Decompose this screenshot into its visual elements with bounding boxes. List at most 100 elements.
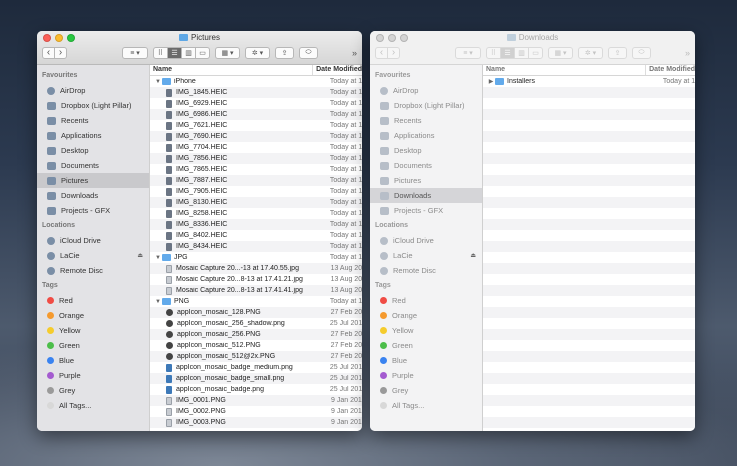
sidebar-item-dropbox-light-pillar[interactable]: Dropbox (Light Pillar) xyxy=(370,98,482,113)
file-row[interactable]: Mosaic Capture 20...8-13 at 17.41.21.jpg… xyxy=(150,274,362,285)
file-row[interactable]: IMG_8130.HEIC Today at 1 xyxy=(150,197,362,208)
file-row[interactable]: IMG_6929.HEIC Today at 1 xyxy=(150,98,362,109)
tags-button[interactable]: ⬭ xyxy=(299,47,318,59)
sidebar-item-downloads[interactable]: Downloads xyxy=(37,188,149,203)
folder-row[interactable]: ▼ iPhone Today at 1 xyxy=(150,76,362,87)
file-row[interactable]: appIcon_mosaic_badge_medium.png 25 Jul 20… xyxy=(150,362,362,373)
file-row[interactable]: appIcon_mosaic_512@2x.PNG 27 Feb 20 xyxy=(150,351,362,362)
tag-item-purple[interactable]: Purple xyxy=(37,368,149,383)
gallery-view-button[interactable]: ▭ xyxy=(195,47,210,59)
sidebar-item-applications[interactable]: Applications xyxy=(37,128,149,143)
tag-item-orange[interactable]: Orange xyxy=(37,308,149,323)
file-row[interactable]: IMG_8402.HEIC Today at 1 xyxy=(150,230,362,241)
titlebar[interactable]: Pictures ‹ › ≡ ▾ ⠿ ☰ ▥ ▭ ▦ ▾ ✲ ▾ ⇪ ⬭ » xyxy=(37,31,362,65)
sidebar-item-downloads[interactable]: Downloads xyxy=(370,188,482,203)
disclosure-triangle-icon[interactable]: ▼ xyxy=(154,255,162,261)
tag-item-red[interactable]: Red xyxy=(37,293,149,308)
file-row[interactable]: IMG_7905.HEIC Today at 1 xyxy=(150,186,362,197)
tag-item-yellow[interactable]: Yellow xyxy=(370,323,482,338)
file-row[interactable]: appIcon_mosaic_badge_small.png 25 Jul 201 xyxy=(150,373,362,384)
tag-item-purple[interactable]: Purple xyxy=(370,368,482,383)
arrange-button[interactable]: ≡ ▾ xyxy=(455,47,481,59)
list-view-button[interactable]: ☰ xyxy=(167,47,182,59)
folder-row[interactable]: ▼ PNG Today at 1 xyxy=(150,296,362,307)
action-button[interactable]: ✲ ▾ xyxy=(578,47,603,59)
sidebar-item-desktop[interactable]: Desktop xyxy=(370,143,482,158)
sidebar-item-icloud-drive[interactable]: iCloud Drive xyxy=(37,233,149,248)
tag-item-all-tags[interactable]: All Tags... xyxy=(370,398,482,413)
action-button[interactable]: ✲ ▾ xyxy=(245,47,270,59)
tag-item-orange[interactable]: Orange xyxy=(370,308,482,323)
sidebar-item-projects-gfx[interactable]: Projects - GFX xyxy=(37,203,149,218)
sidebar-item-dropbox-light-pillar[interactable]: Dropbox (Light Pillar) xyxy=(37,98,149,113)
date-column-header[interactable]: Date Modified xyxy=(313,65,362,75)
file-row[interactable]: IMG_0001.PNG 9 Jan 201 xyxy=(150,395,362,406)
group-button[interactable]: ▦ ▾ xyxy=(215,47,240,59)
file-row[interactable]: IMG_7690.HEIC Today at 1 xyxy=(150,131,362,142)
list-view-button[interactable]: ☰ xyxy=(500,47,515,59)
sidebar-item-airdrop[interactable]: AirDrop xyxy=(370,83,482,98)
tag-item-yellow[interactable]: Yellow xyxy=(37,323,149,338)
tag-item-blue[interactable]: Blue xyxy=(370,353,482,368)
sidebar-item-recents[interactable]: Recents xyxy=(370,113,482,128)
forward-button[interactable]: › xyxy=(54,47,67,59)
sidebar-item-lacie[interactable]: LaCie ⏏ xyxy=(37,248,149,263)
sidebar-item-documents[interactable]: Documents xyxy=(370,158,482,173)
sidebar-item-desktop[interactable]: Desktop xyxy=(37,143,149,158)
sidebar-item-pictures[interactable]: Pictures xyxy=(37,173,149,188)
sidebar-item-airdrop[interactable]: AirDrop xyxy=(37,83,149,98)
file-row[interactable]: appIcon_mosaic_512.PNG 27 Feb 20 xyxy=(150,340,362,351)
file-row[interactable]: IMG_8258.HEIC Today at 1 xyxy=(150,208,362,219)
file-row[interactable]: IMG_7621.HEIC Today at 1 xyxy=(150,120,362,131)
icon-view-button[interactable]: ⠿ xyxy=(153,47,168,59)
file-row[interactable]: IMG_8336.HEIC Today at 1 xyxy=(150,219,362,230)
file-row[interactable]: IMG_6986.HEIC Today at 1 xyxy=(150,109,362,120)
disclosure-triangle-icon[interactable]: ▼ xyxy=(154,79,162,85)
file-row[interactable]: IMG_8434.HEIC Today at 1 xyxy=(150,241,362,252)
forward-button[interactable]: › xyxy=(387,47,400,59)
sidebar-item-projects-gfx[interactable]: Projects - GFX xyxy=(370,203,482,218)
column-view-button[interactable]: ▥ xyxy=(514,47,529,59)
eject-icon[interactable]: ⏏ xyxy=(137,252,143,259)
file-row[interactable]: IMG_7865.HEIC Today at 1 xyxy=(150,164,362,175)
arrange-button[interactable]: ≡ ▾ xyxy=(122,47,148,59)
folder-row[interactable]: ▼ JPG Today at 1 xyxy=(150,252,362,263)
tag-item-red[interactable]: Red xyxy=(370,293,482,308)
share-button[interactable]: ⇪ xyxy=(275,47,294,59)
file-row[interactable]: Mosaic Capture 20...-13 at 17.40.55.jpg 1… xyxy=(150,263,362,274)
titlebar[interactable]: Downloads ‹ › ≡ ▾ ⠿ ☰ ▥ ▭ ▦ ▾ ✲ ▾ ⇪ ⬭ » xyxy=(370,31,695,65)
tag-item-all-tags[interactable]: All Tags... xyxy=(37,398,149,413)
share-button[interactable]: ⇪ xyxy=(608,47,627,59)
gallery-view-button[interactable]: ▭ xyxy=(528,47,543,59)
more-icon[interactable]: » xyxy=(685,48,690,58)
file-row[interactable]: appIcon_mosaic_256.PNG 27 Feb 20 xyxy=(150,329,362,340)
more-icon[interactable]: » xyxy=(352,48,357,58)
file-row[interactable]: IMG_0002.PNG 9 Jan 201 xyxy=(150,406,362,417)
sidebar-item-lacie[interactable]: LaCie ⏏ xyxy=(370,248,482,263)
sidebar-item-documents[interactable]: Documents xyxy=(37,158,149,173)
sidebar-item-remote-disc[interactable]: Remote Disc xyxy=(370,263,482,278)
file-row[interactable]: Mosaic Capture 20...8-13 at 17.41.41.jpg… xyxy=(150,285,362,296)
sidebar-item-recents[interactable]: Recents xyxy=(37,113,149,128)
file-row[interactable]: IMG_7887.HEIC Today at 1 xyxy=(150,175,362,186)
date-column-header[interactable]: Date Modified xyxy=(646,65,695,75)
folder-row[interactable]: ▶ Installers Today at 1 xyxy=(483,76,695,87)
column-view-button[interactable]: ▥ xyxy=(181,47,196,59)
disclosure-triangle-icon[interactable]: ▶ xyxy=(487,78,495,85)
name-column-header[interactable]: Name xyxy=(483,65,647,75)
icon-view-button[interactable]: ⠿ xyxy=(486,47,501,59)
sidebar-item-remote-disc[interactable]: Remote Disc xyxy=(37,263,149,278)
name-column-header[interactable]: Name xyxy=(150,65,314,75)
eject-icon[interactable]: ⏏ xyxy=(470,252,476,259)
file-row[interactable]: IMG_7856.HEIC Today at 1 xyxy=(150,153,362,164)
sidebar-item-icloud-drive[interactable]: iCloud Drive xyxy=(370,233,482,248)
tag-item-blue[interactable]: Blue xyxy=(37,353,149,368)
file-row[interactable]: IMG_7704.HEIC Today at 1 xyxy=(150,142,362,153)
tag-item-grey[interactable]: Grey xyxy=(37,383,149,398)
tags-button[interactable]: ⬭ xyxy=(632,47,651,59)
sidebar-item-applications[interactable]: Applications xyxy=(370,128,482,143)
file-row[interactable]: appIcon_mosaic_128.PNG 27 Feb 20 xyxy=(150,307,362,318)
tag-item-green[interactable]: Green xyxy=(37,338,149,353)
file-row[interactable]: IMG_0003.PNG 9 Jan 201 xyxy=(150,417,362,428)
file-row[interactable]: IMG_1845.HEIC Today at 1 xyxy=(150,87,362,98)
